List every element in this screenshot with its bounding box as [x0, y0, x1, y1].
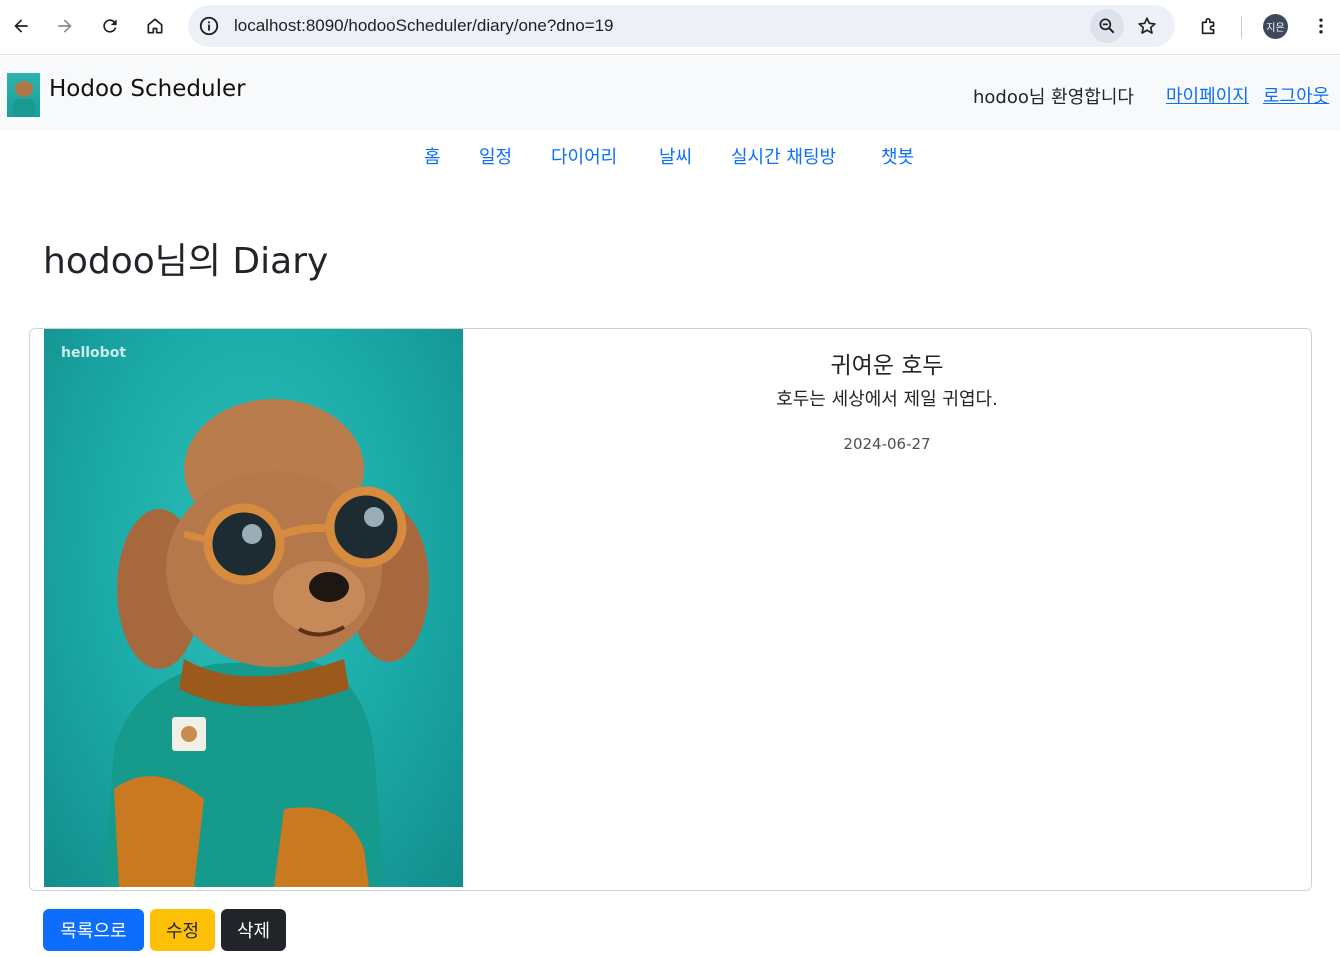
extensions-puzzle-icon[interactable]: [1192, 9, 1226, 43]
zoom-icon[interactable]: [1090, 9, 1124, 43]
mypage-link[interactable]: 마이페이지: [1166, 82, 1249, 108]
url-text[interactable]: localhost:8090/hodooScheduler/diary/one?…: [234, 16, 614, 36]
dog-illustration: [104, 399, 429, 887]
nav-item-weather[interactable]: 날씨: [659, 143, 692, 169]
diary-title: 귀여운 호두: [830, 353, 944, 379]
nav-item-chatroom[interactable]: 실시간 채팅방: [731, 143, 836, 169]
brand-logo[interactable]: [7, 73, 40, 117]
diary-body: 귀여운 호두 호두는 세상에서 제일 귀엽다. 2024-06-27: [463, 329, 1311, 887]
nav-item-chatbot[interactable]: 챗봇: [881, 143, 914, 169]
toolbar-divider: [1241, 16, 1242, 38]
back-button[interactable]: [3, 8, 39, 44]
address-bar[interactable]: localhost:8090/hodooScheduler/diary/one?…: [188, 5, 1175, 47]
main-nav: 홈 일정 다이어리 날씨 실시간 채팅방 챗봇: [0, 143, 1340, 169]
info-icon[interactable]: [198, 15, 220, 37]
nav-item-diary[interactable]: 다이어리: [551, 143, 617, 169]
arrow-left-icon: [14, 19, 28, 33]
bookmark-star-icon[interactable]: [1130, 9, 1164, 43]
diary-date: 2024-06-27: [843, 435, 931, 453]
edit-button[interactable]: 수정: [150, 909, 215, 951]
delete-button[interactable]: 삭제: [221, 909, 286, 951]
nav-item-home[interactable]: 홈: [424, 143, 441, 169]
diary-photo: hellobot: [44, 329, 463, 887]
more-menu-icon[interactable]: [1306, 10, 1336, 42]
back-to-list-button[interactable]: 목록으로: [43, 909, 144, 951]
reload-button[interactable]: [92, 8, 128, 44]
logout-link[interactable]: 로그아웃: [1263, 82, 1329, 108]
page-title: hodoo님의 Diary: [43, 241, 329, 282]
home-icon: [147, 18, 163, 34]
arrow-right-icon: [58, 19, 72, 33]
diary-card: hellobot 귀여운 호두 호두는 세상에서 제일 귀엽다. 2024-06…: [29, 328, 1312, 891]
welcome-text: hodoo님 환영합니다: [973, 87, 1134, 108]
home-button[interactable]: [137, 8, 173, 44]
forward-button[interactable]: [47, 8, 83, 44]
nav-item-schedule[interactable]: 일정: [479, 143, 512, 169]
reload-icon: [103, 19, 117, 33]
browser-toolbar: localhost:8090/hodooScheduler/diary/one?…: [0, 0, 1340, 55]
profile-avatar[interactable]: 지은: [1263, 14, 1288, 39]
brand-name[interactable]: Hodoo Scheduler: [49, 76, 246, 102]
diary-content: 호두는 세상에서 제일 귀엽다.: [776, 389, 998, 410]
app-header: Hodoo Scheduler hodoo님 환영합니다 마이페이지 로그아웃: [0, 56, 1340, 131]
